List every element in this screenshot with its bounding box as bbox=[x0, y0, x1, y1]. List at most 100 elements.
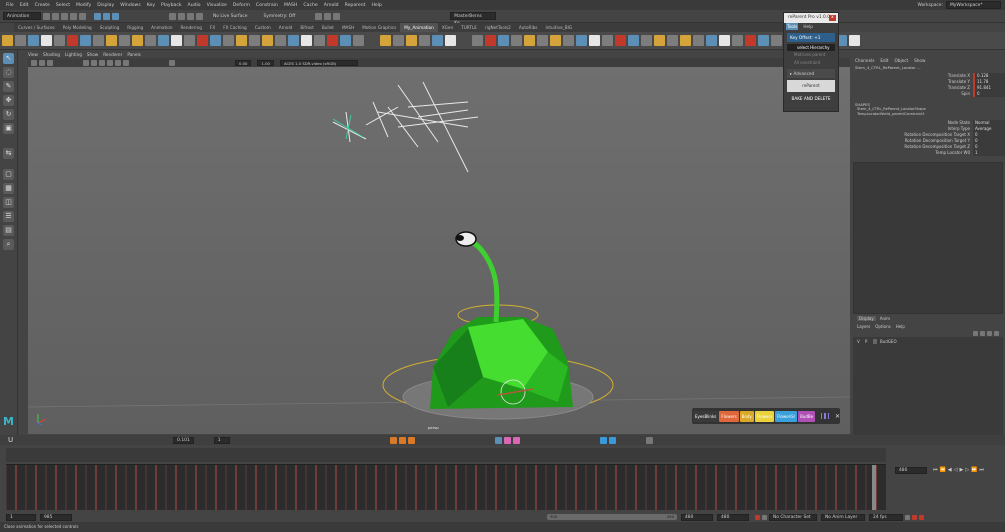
menu-display[interactable]: Display bbox=[97, 3, 114, 8]
shelf-tool-icon[interactable] bbox=[393, 35, 404, 46]
key-offset-dropdown[interactable]: Key Offset: +1 bbox=[787, 33, 835, 42]
shelf-tool-icon[interactable] bbox=[106, 35, 117, 46]
shelf-tool-icon[interactable] bbox=[119, 35, 130, 46]
shelf-tool-icon[interactable] bbox=[171, 35, 182, 46]
shelf-tab-autoribs[interactable]: AutoRibs bbox=[515, 23, 542, 32]
select-tool-icon[interactable]: ↖ bbox=[3, 53, 14, 64]
shelf-tool-icon[interactable] bbox=[184, 35, 195, 46]
shelf-tab-bifrost[interactable]: Bifrost bbox=[296, 23, 318, 32]
range-slider-track[interactable]: 300 490 bbox=[547, 514, 677, 520]
rotate-tool-icon[interactable]: ↻ bbox=[3, 109, 14, 120]
close-icon[interactable]: x bbox=[829, 15, 836, 21]
sound-icon[interactable] bbox=[919, 514, 924, 520]
select-hierarchy-item[interactable]: select Hierarchy bbox=[787, 44, 835, 51]
shelf-tool-icon[interactable] bbox=[537, 35, 548, 46]
shelf-tool-icon[interactable] bbox=[432, 35, 443, 46]
open-scene-icon[interactable] bbox=[52, 12, 59, 20]
textured-icon[interactable] bbox=[107, 59, 113, 66]
menu-playback[interactable]: Playback bbox=[161, 3, 182, 8]
menu-edit[interactable]: Edit bbox=[20, 3, 29, 8]
shelf-tool-icon[interactable] bbox=[511, 35, 522, 46]
undo-icon[interactable] bbox=[70, 12, 77, 20]
tab-display[interactable]: Display bbox=[857, 316, 876, 321]
layer-row[interactable]: V P BudGEO bbox=[853, 337, 1003, 345]
reparent-button[interactable]: reParent bbox=[787, 80, 835, 92]
step-forward-icon[interactable]: ▷ bbox=[965, 467, 969, 473]
shelf-tab-my-animation[interactable]: My_Animation bbox=[400, 23, 438, 32]
shelf-tab-custom[interactable]: Custom bbox=[251, 23, 275, 32]
anim-layer-dropdown[interactable]: No Anim Layer bbox=[821, 513, 865, 521]
channel-menu-show[interactable]: Show bbox=[914, 58, 925, 63]
shelf-tool-icon[interactable] bbox=[445, 35, 456, 46]
shelf-tool-icon[interactable] bbox=[314, 35, 325, 46]
shelf-tool-icon[interactable] bbox=[550, 35, 561, 46]
menu-deform[interactable]: Deform bbox=[233, 3, 250, 8]
step-forward-key-icon[interactable]: ⏩ bbox=[971, 467, 977, 473]
snap-plane-icon[interactable] bbox=[196, 12, 203, 20]
shelf-tab-curves-surfaces[interactable]: Curves / Surfaces bbox=[14, 23, 59, 32]
menu-arnold[interactable]: Arnold bbox=[324, 3, 339, 8]
shelf-tool-icon[interactable] bbox=[197, 35, 208, 46]
snap-together-icon[interactable]: ⇆ bbox=[3, 148, 14, 159]
redo-icon[interactable] bbox=[79, 12, 86, 20]
shelf-tool-icon[interactable] bbox=[301, 35, 312, 46]
snap-curve-icon[interactable] bbox=[178, 12, 185, 20]
channel-menu-object[interactable]: Object bbox=[894, 58, 908, 63]
shelf-tool-icon[interactable] bbox=[132, 35, 143, 46]
new-layer-icon[interactable] bbox=[987, 330, 992, 336]
menu-key[interactable]: Key bbox=[147, 3, 155, 8]
step-back-key-icon[interactable]: ⏪ bbox=[940, 467, 946, 473]
shelf-tool-icon[interactable] bbox=[223, 35, 234, 46]
shelf-tool-icon[interactable] bbox=[380, 35, 391, 46]
shelf-tool-icon[interactable] bbox=[485, 35, 496, 46]
shelf-tool-icon[interactable] bbox=[524, 35, 535, 46]
fps-dropdown[interactable]: 24 fps bbox=[869, 513, 903, 521]
layer-move-up-icon[interactable] bbox=[973, 330, 978, 336]
menu-create[interactable]: Create bbox=[35, 3, 50, 8]
quick-extra-icon[interactable] bbox=[827, 413, 829, 419]
bookmark-icon[interactable] bbox=[47, 59, 53, 66]
attr-row[interactable]: Temp Locator W0 1 bbox=[851, 150, 1005, 156]
shelf-tab-motion-graphics[interactable]: Motion Graphics bbox=[358, 23, 400, 32]
viewport-3d[interactable]: persp bbox=[28, 67, 850, 434]
four-view-icon[interactable]: ▦ bbox=[3, 183, 14, 194]
scale-tool-icon[interactable]: ▣ bbox=[3, 123, 14, 134]
u-icon[interactable]: U bbox=[8, 436, 13, 444]
tab-anim[interactable]: Anim bbox=[876, 316, 894, 321]
select-set-icon[interactable] bbox=[494, 436, 502, 444]
paint-select-icon[interactable]: ✎ bbox=[3, 81, 14, 92]
shelf-tab-rigging[interactable]: Rigging bbox=[123, 23, 147, 32]
shelf-tool-icon[interactable] bbox=[472, 35, 483, 46]
channel-row[interactable]: Spin 0 bbox=[851, 91, 1005, 97]
shelf-tool-icon[interactable] bbox=[406, 35, 417, 46]
quick-select-button[interactable]: EyesBlinks bbox=[693, 410, 719, 422]
menu-file[interactable]: File bbox=[6, 3, 14, 8]
graph-editor-icon[interactable] bbox=[599, 436, 607, 444]
shelf-tool-icon[interactable] bbox=[327, 35, 338, 46]
channel-menu-edit[interactable]: Edit bbox=[880, 58, 888, 63]
channel-value[interactable]: 0 bbox=[973, 91, 1005, 97]
goto-end-icon[interactable]: ⏭ bbox=[979, 467, 984, 473]
shelf-tab-fx-caching[interactable]: FX Caching bbox=[219, 23, 251, 32]
anim-value-field[interactable]: 0.101 bbox=[173, 436, 194, 444]
auto-key-icon[interactable] bbox=[755, 514, 760, 520]
shelf-tool-icon[interactable] bbox=[41, 35, 52, 46]
shelf-tool-icon[interactable] bbox=[145, 35, 156, 46]
zoom-icon[interactable] bbox=[645, 436, 653, 444]
range-start-field[interactable]: 1 bbox=[6, 513, 36, 521]
shelf-tool-icon[interactable] bbox=[706, 35, 717, 46]
shape-name[interactable]: TempLocatorWorld_parentConstraint1 bbox=[851, 112, 1005, 117]
quick-select-button[interactable]: Body bbox=[739, 410, 754, 422]
menu-set-dropdown[interactable]: Animation bbox=[3, 12, 41, 20]
shelf-tool-icon[interactable] bbox=[210, 35, 221, 46]
shelf-tool-icon[interactable] bbox=[275, 35, 286, 46]
quick-select-button[interactable]: BudBe bbox=[798, 410, 816, 422]
shelf-tool-icon[interactable] bbox=[732, 35, 743, 46]
camera-select-icon[interactable] bbox=[31, 59, 37, 66]
matrixes-parent-option[interactable]: Matrixes parent bbox=[784, 51, 838, 59]
shelf-tool-icon[interactable] bbox=[563, 35, 574, 46]
menu-mash[interactable]: MASH bbox=[284, 3, 297, 8]
viewport-menu-renderer[interactable]: Renderer bbox=[103, 52, 122, 57]
graph-view-icon[interactable]: ▤ bbox=[3, 225, 14, 236]
shelf-tool-icon[interactable] bbox=[340, 35, 351, 46]
